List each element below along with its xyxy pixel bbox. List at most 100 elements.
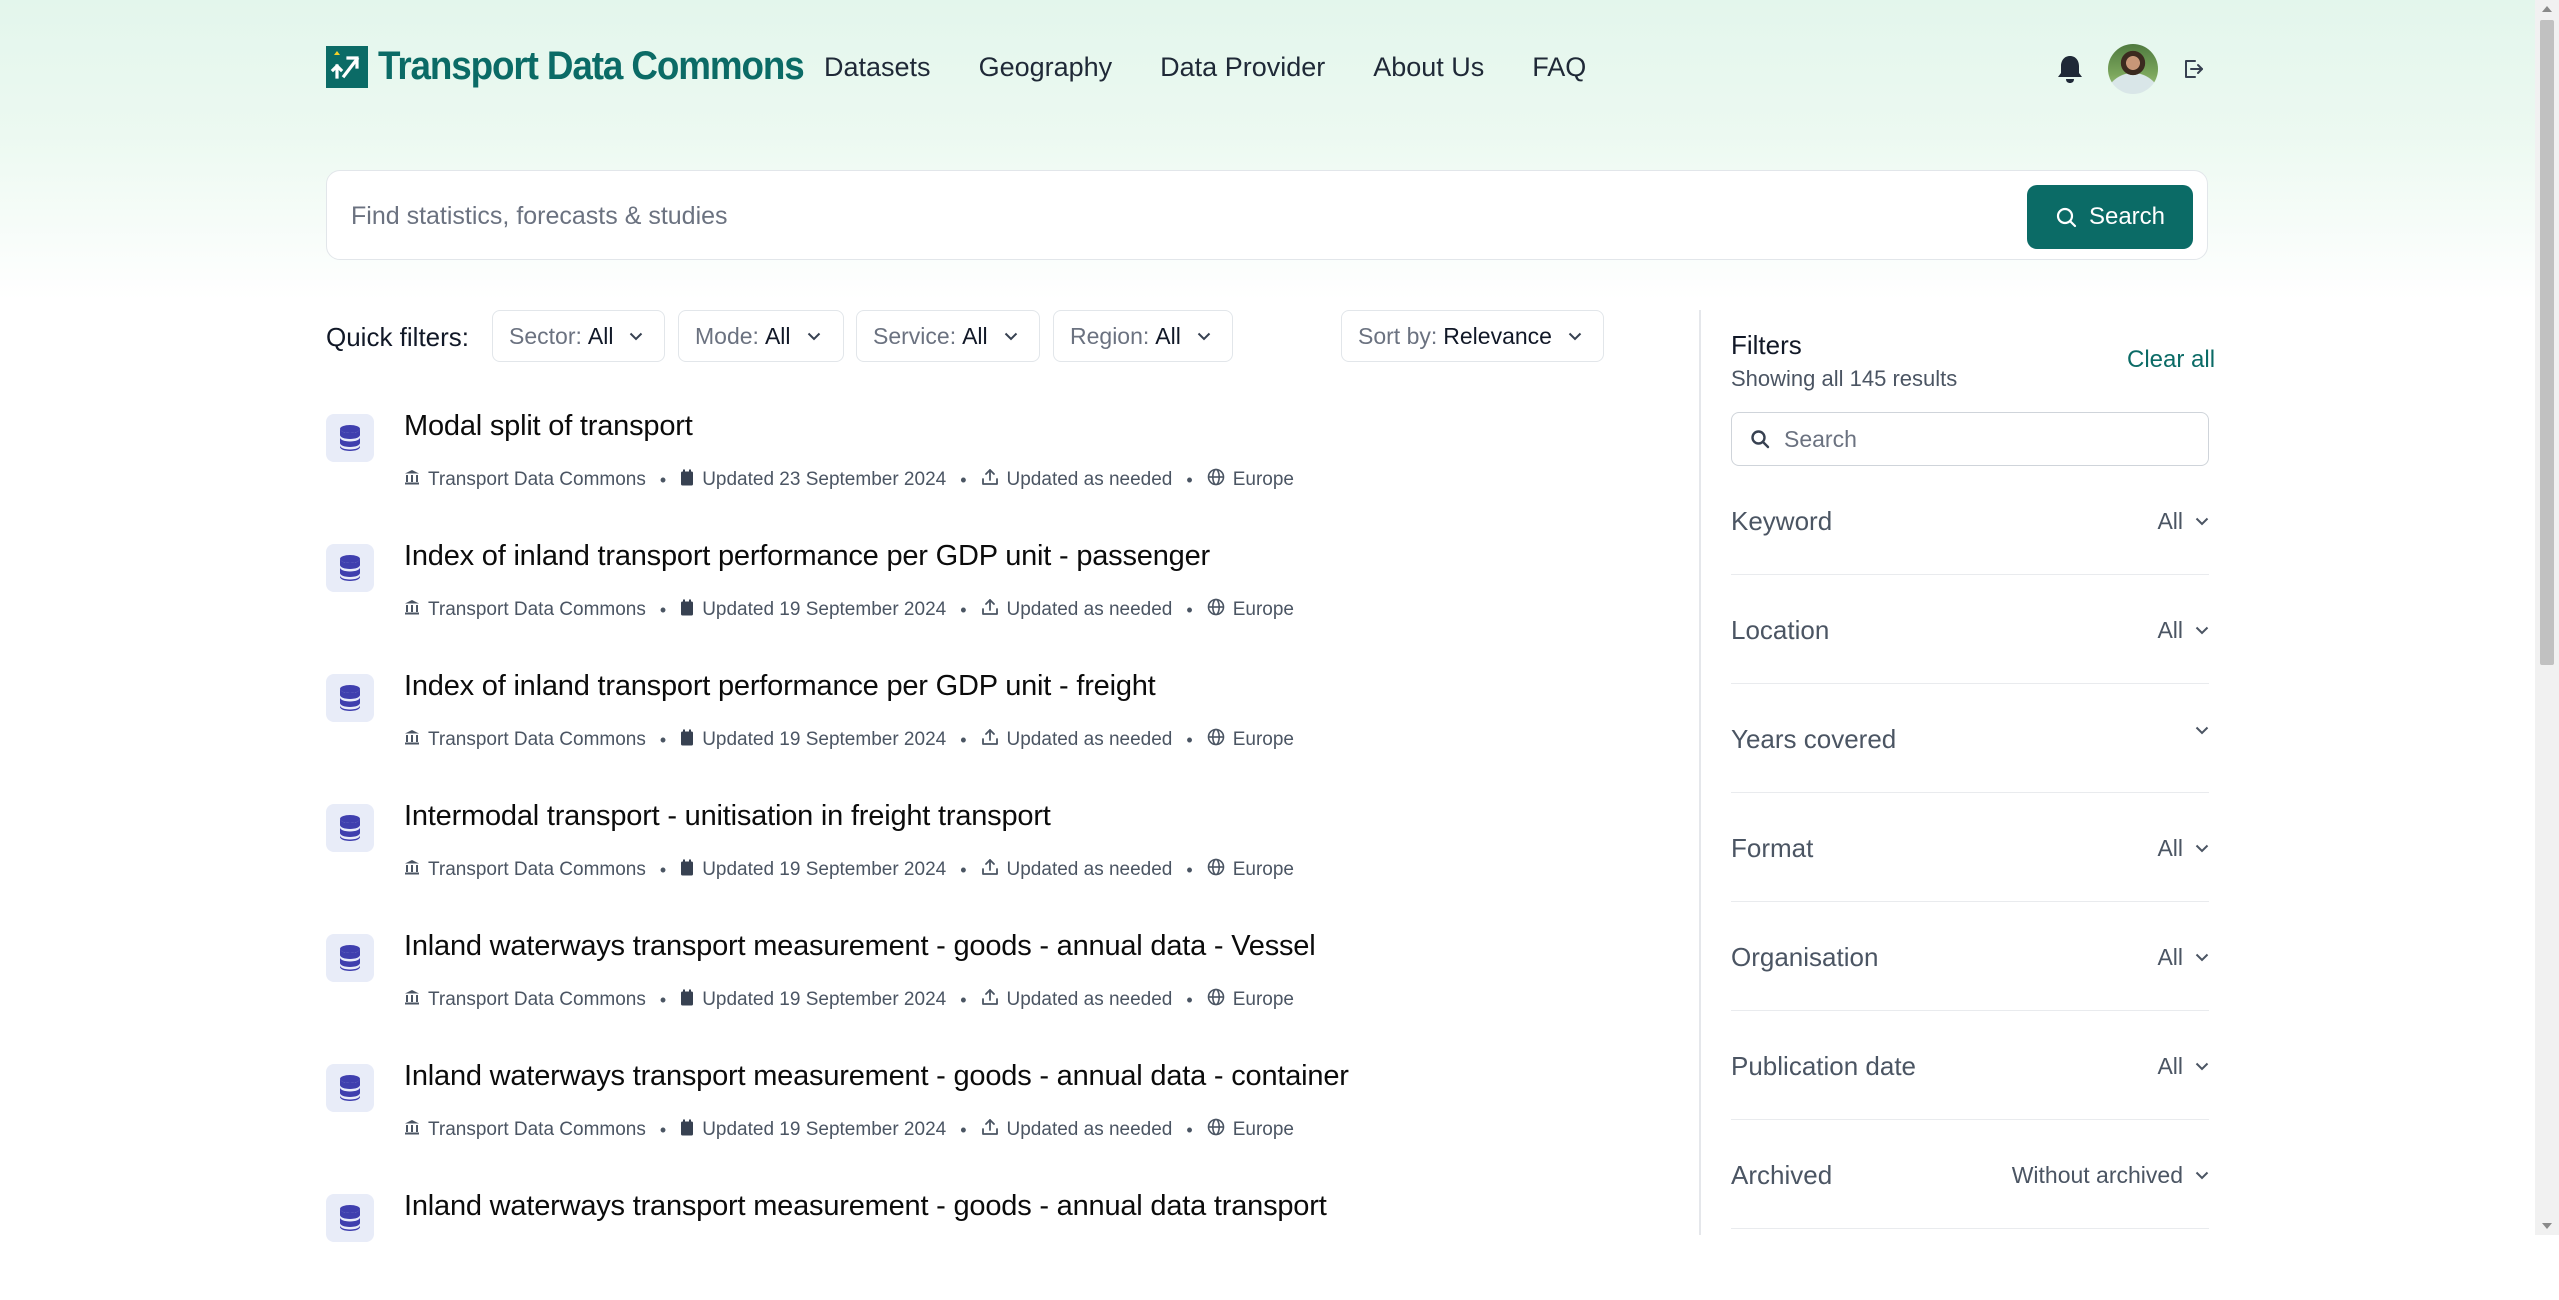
filter-chip-service[interactable]: Service: All xyxy=(856,310,1040,362)
result-region: Europe xyxy=(1232,989,1294,1010)
filter-group-value[interactable] xyxy=(2183,726,2209,735)
result-meta: Transport Data Commons • Updated 19 Septem… xyxy=(404,988,1294,1012)
filter-group-organisation[interactable]: Organisation All xyxy=(1731,902,2209,1011)
quick-filters-label: Quick filters: xyxy=(326,322,470,352)
scroll-down-arrow-icon[interactable] xyxy=(2542,1223,2552,1229)
result-item[interactable]: Inland waterways transport measurement -… xyxy=(326,1190,1676,1300)
database-icon xyxy=(326,414,374,462)
result-updated: Updated 19 September 2024 xyxy=(702,1119,947,1140)
result-title[interactable]: Inland waterways transport measurement -… xyxy=(404,1060,1349,1093)
chevron-down-icon xyxy=(1197,332,1211,341)
meta-separator: • xyxy=(1186,599,1193,620)
nav-faq[interactable]: FAQ xyxy=(1532,52,1586,83)
brand-name: Transport Data Commons xyxy=(378,44,805,88)
filter-group-value[interactable]: All xyxy=(2157,944,2209,971)
nav-about-us[interactable]: About Us xyxy=(1373,52,1484,83)
result-item[interactable]: Inland waterways transport measurement -… xyxy=(326,930,1676,1040)
upload-icon xyxy=(981,468,999,492)
globe-icon xyxy=(1207,468,1225,492)
brand-logo[interactable]: Transport Data Commons xyxy=(326,44,841,89)
nav-datasets[interactable]: Datasets xyxy=(824,52,931,83)
calendar-icon xyxy=(680,989,694,1012)
filter-group-location[interactable]: Location All xyxy=(1731,575,2209,684)
result-item[interactable]: Index of inland transport performance pe… xyxy=(326,540,1676,650)
logout-icon[interactable] xyxy=(2178,54,2208,84)
database-icon xyxy=(326,934,374,982)
result-item[interactable]: Inland waterways transport measurement -… xyxy=(326,1060,1676,1170)
result-provider: Transport Data Commons xyxy=(428,859,646,880)
organisation-icon xyxy=(404,599,420,621)
results-count: Showing all 145 results xyxy=(1731,366,1958,391)
chevron-down-icon xyxy=(2195,1171,2209,1180)
meta-separator: • xyxy=(659,859,667,880)
filter-group-selected: Without archived xyxy=(2011,1162,2183,1188)
result-title[interactable]: Inland waterways transport measurement -… xyxy=(404,1190,1327,1223)
meta-separator: • xyxy=(659,729,667,750)
filter-group-label: Archived xyxy=(1731,1160,1833,1190)
panel-divider xyxy=(1699,310,1701,1235)
filter-group-archived[interactable]: Archived Without archived xyxy=(1731,1120,2209,1229)
organisation-icon xyxy=(404,1119,420,1141)
filter-group-value[interactable]: All xyxy=(2157,508,2209,535)
header-actions xyxy=(2050,44,2208,94)
filters-title: Filters xyxy=(1731,330,1802,360)
filter-group-format[interactable]: Format All xyxy=(1731,793,2209,902)
result-provider: Transport Data Commons xyxy=(428,469,646,490)
filter-group-years-covered[interactable]: Years covered xyxy=(1731,684,2209,793)
result-updated: Updated 19 September 2024 xyxy=(702,599,947,620)
avatar[interactable] xyxy=(2108,44,2158,94)
meta-separator: • xyxy=(1186,859,1193,880)
result-item[interactable]: Index of inland transport performance pe… xyxy=(326,670,1676,780)
result-provider: Transport Data Commons xyxy=(428,989,646,1010)
filter-chip-mode[interactable]: Mode: All xyxy=(678,310,844,362)
result-title[interactable]: Index of inland transport performance pe… xyxy=(404,670,1156,703)
chevron-down-icon xyxy=(2195,517,2209,526)
filter-group-keyword[interactable]: Keyword All xyxy=(1731,466,2209,575)
scrollbar[interactable] xyxy=(2535,0,2559,1235)
scroll-up-arrow-icon[interactable] xyxy=(2542,6,2552,12)
meta-separator: • xyxy=(659,989,667,1010)
globe-icon xyxy=(1207,1118,1225,1142)
result-provider: Transport Data Commons xyxy=(428,599,646,620)
database-icon xyxy=(326,804,374,852)
scroll-thumb[interactable] xyxy=(2540,20,2554,665)
search-icon xyxy=(1751,430,1770,449)
meta-separator: • xyxy=(960,729,967,750)
search-bar: Search xyxy=(326,170,2208,260)
result-title[interactable]: Inland waterways transport measurement -… xyxy=(404,930,1316,963)
result-region: Europe xyxy=(1232,469,1294,490)
meta-separator: • xyxy=(659,469,667,490)
result-title[interactable]: Intermodal transport - unitisation in fr… xyxy=(404,800,1051,833)
result-region: Europe xyxy=(1232,599,1294,620)
result-title[interactable]: Modal split of transport xyxy=(404,410,693,443)
filter-group-label: Format xyxy=(1731,833,1814,863)
logo-arrows-icon xyxy=(326,45,368,88)
filter-group-value[interactable]: All xyxy=(2157,835,2209,862)
filter-chip-sector[interactable]: Sector: All xyxy=(492,310,665,362)
page: Transport Data Commons Datasets Geograph… xyxy=(0,0,2535,1242)
clear-all-link[interactable]: Clear all xyxy=(2127,346,2215,374)
calendar-icon xyxy=(680,1119,694,1142)
nav-geography[interactable]: Geography xyxy=(979,52,1113,83)
result-title[interactable]: Index of inland transport performance pe… xyxy=(404,540,1210,573)
result-item[interactable]: Modal split of transport Transport Data C… xyxy=(326,410,1676,520)
result-frequency: Updated as needed xyxy=(1006,989,1173,1010)
filter-chip-region[interactable]: Region: All xyxy=(1053,310,1233,362)
globe-icon xyxy=(1207,858,1225,882)
filter-group-value[interactable]: All xyxy=(2157,1053,2209,1080)
result-item[interactable]: Intermodal transport - unitisation in fr… xyxy=(326,800,1676,910)
filter-search-input[interactable] xyxy=(1782,424,2186,454)
search-button[interactable]: Search xyxy=(2027,185,2193,249)
sort-dropdown[interactable]: Sort by: Relevance xyxy=(1341,310,1604,362)
filter-group-value[interactable]: All xyxy=(2157,617,2209,644)
calendar-icon xyxy=(680,599,694,622)
result-meta: Transport Data Commons • Updated 19 Septem… xyxy=(404,858,1294,882)
bell-icon[interactable] xyxy=(2050,49,2090,89)
filter-group-selected: All xyxy=(2157,617,2183,643)
search-input[interactable] xyxy=(349,191,1993,241)
nav-data-provider[interactable]: Data Provider xyxy=(1160,52,1325,83)
filter-group-value[interactable]: Without archived xyxy=(2012,1162,2209,1189)
filter-group-publication-date[interactable]: Publication date All xyxy=(1731,1011,2209,1120)
chip-name: Region: xyxy=(1070,322,1150,349)
search-icon xyxy=(2056,207,2077,228)
